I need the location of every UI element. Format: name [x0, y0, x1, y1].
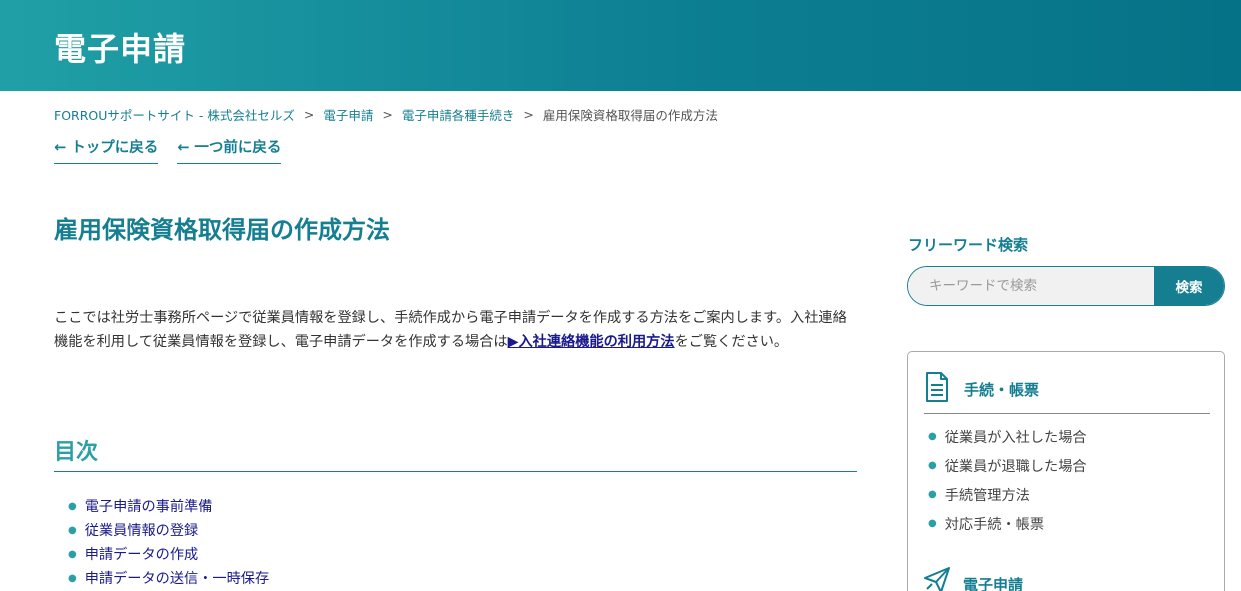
breadcrumb-separator: > [382, 107, 393, 122]
document-icon [926, 372, 948, 402]
hiring-notice-guide-link[interactable]: ▶入社連絡機能の利用方法 [508, 334, 675, 350]
category-item: ● 従業員が入社した場合 [928, 422, 1087, 451]
bullet-icon: ● [68, 572, 77, 584]
bullet-icon: ● [68, 500, 77, 512]
category-title-procedures[interactable]: 手続・帳票 [964, 379, 1039, 400]
search-button[interactable]: 検索 [1154, 267, 1224, 305]
category-list-procedures: ● 従業員が入社した場合 ● 従業員が退職した場合 ● 手続管理方法 ● 対応手続・帳票 [928, 422, 1087, 538]
freeword-search-heading: フリーワード検索 [908, 236, 1029, 254]
toc-list: ● 電子申請の事前準備 ● 従業員情報の登録 ● 申請データの作成 ● 申請データの送信… [68, 494, 269, 590]
category-link-supported-forms[interactable]: 対応手続・帳票 [945, 514, 1044, 534]
back-links: ← トップに戻る ← 一つ前に戻る [54, 136, 282, 164]
category-title-e-application[interactable]: 電子申請 [963, 574, 1023, 591]
bullet-icon: ● [68, 548, 77, 560]
category-link-resigned[interactable]: 従業員が退職した場合 [945, 456, 1087, 476]
toc-link-send-save[interactable]: 申請データの送信・一時保存 [85, 568, 269, 588]
toc-item: ● 電子申請の事前準備 [68, 494, 269, 518]
breadcrumb-current: 雇用保険資格取得届の作成方法 [542, 108, 718, 123]
page-title: 雇用保険資格取得届の作成方法 [54, 216, 390, 244]
intro-text-after: をご覧ください。 [674, 334, 789, 350]
bullet-icon: ● [928, 460, 937, 471]
bullet-icon: ● [68, 524, 77, 536]
paper-plane-icon [924, 567, 950, 591]
site-header: 電子申請 [0, 0, 1241, 91]
breadcrumb-link-procedures[interactable]: 電子申請各種手続き [402, 105, 515, 124]
breadcrumb: FORROUサポートサイト - 株式会社セルズ > 電子申請 > 電子申請各種手… [54, 105, 718, 124]
back-to-previous-link[interactable]: ← 一つ前に戻る [177, 136, 282, 164]
bullet-icon: ● [928, 489, 937, 500]
category-link-management[interactable]: 手続管理方法 [945, 485, 1030, 505]
header-title: 電子申請 [54, 30, 187, 68]
breadcrumb-link-e-application[interactable]: 電子申請 [323, 105, 373, 124]
category-item: ● 手続管理方法 [928, 480, 1087, 509]
category-item: ● 従業員が退職した場合 [928, 451, 1087, 480]
category-header-procedures: 手続・帳票 [924, 372, 1210, 414]
breadcrumb-separator: > [523, 107, 534, 122]
breadcrumb-separator: > [303, 107, 315, 122]
toc-heading: 目次 [54, 434, 857, 472]
toc-link-preparation[interactable]: 電子申請の事前準備 [85, 496, 213, 516]
intro-paragraph: ここでは社労士事務所ページで従業員情報を登録し、手続作成から電子申請データを作成… [54, 306, 854, 354]
bullet-icon: ● [928, 431, 937, 442]
category-box: 手続・帳票 ● 従業員が入社した場合 ● 従業員が退職した場合 ● 手続管理方法 ● 対… [907, 351, 1225, 591]
back-to-top-link[interactable]: ← トップに戻る [54, 136, 159, 164]
breadcrumb-link-home[interactable]: FORROUサポートサイト - 株式会社セルズ [54, 105, 295, 124]
search-form: 検索 [907, 266, 1225, 306]
category-item: ● 対応手続・帳票 [928, 509, 1087, 538]
toc-link-employee-registration[interactable]: 従業員情報の登録 [85, 520, 199, 540]
toc-item: ● 従業員情報の登録 [68, 518, 269, 542]
toc-item: ● 申請データの送信・一時保存 [68, 566, 269, 590]
toc-link-create-data[interactable]: 申請データの作成 [85, 544, 199, 564]
toc-item: ● 申請データの作成 [68, 542, 269, 566]
category-link-hired[interactable]: 従業員が入社した場合 [945, 427, 1087, 447]
search-input[interactable] [908, 267, 1154, 305]
bullet-icon: ● [928, 518, 937, 529]
category-header-e-application: 電子申請 [924, 567, 1023, 591]
